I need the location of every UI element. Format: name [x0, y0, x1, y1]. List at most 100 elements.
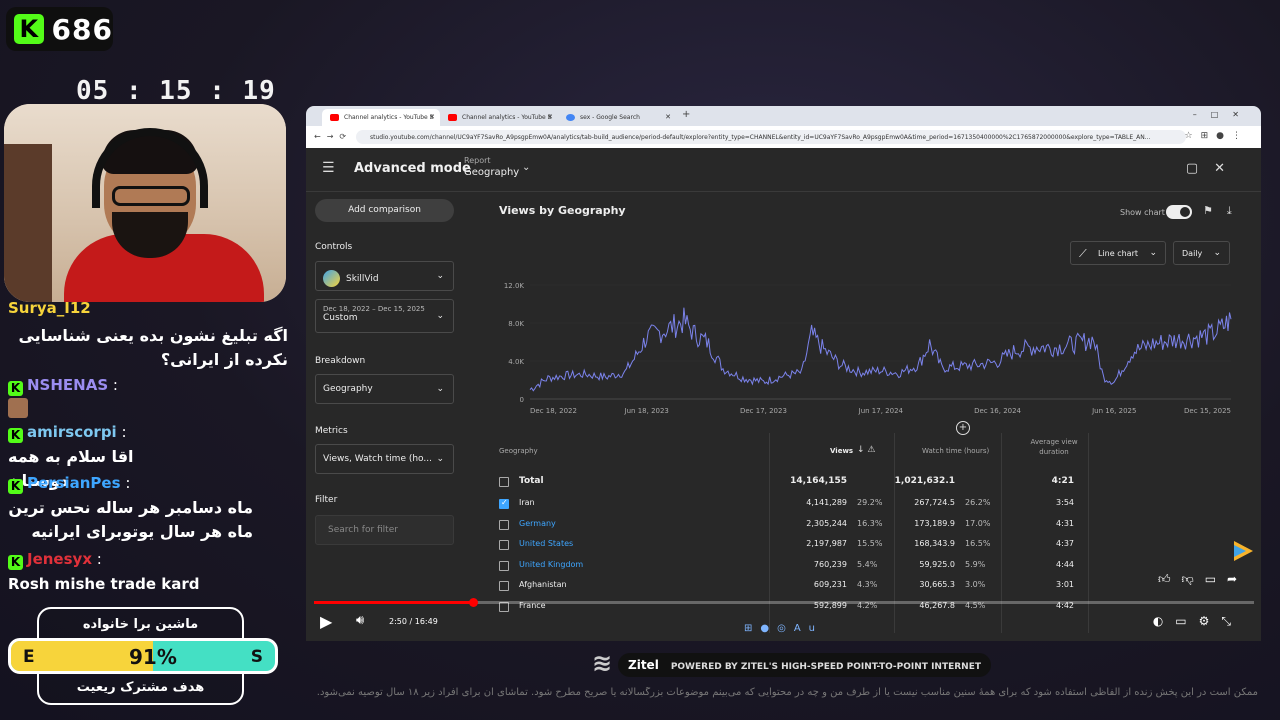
y-tick-label: 0 — [520, 396, 524, 404]
series-line[interactable] — [529, 307, 1232, 392]
video-time: 2:50 / 16:49 — [389, 617, 438, 626]
row-geography[interactable]: United Kingdom — [519, 560, 583, 569]
col-header-watch-time[interactable]: Watch time (hours) — [922, 447, 989, 455]
channel-name: SkillVid — [346, 274, 379, 284]
chevron-down-icon: ⌄ — [436, 384, 444, 394]
webcam-feed — [4, 104, 286, 302]
goal-progress-bar: E 91% S — [8, 638, 278, 674]
extension-icons[interactable]: ☆⊞●⋮ — [1185, 131, 1249, 141]
y-tick-label: 4.0K — [508, 358, 524, 366]
col-header-avd[interactable]: Average view duration — [1024, 437, 1084, 457]
row-watch-pct: 5.9% — [965, 559, 986, 569]
kick-badge-icon: K — [8, 555, 23, 570]
close-tab-icon[interactable]: ✕ — [429, 113, 435, 121]
breakdown-select[interactable]: Geography ⌄ — [315, 374, 454, 404]
date-range-value: Custom — [323, 313, 358, 323]
bookmark-download-icons[interactable]: ⚑⤓ — [1203, 204, 1246, 218]
row-views-pct: 4.3% — [857, 580, 878, 589]
report-select[interactable]: Geography — [464, 167, 519, 178]
row-watch-pct: 16.5% — [965, 539, 991, 548]
show-chart-label: Show chart — [1120, 208, 1165, 217]
google-favicon-icon — [566, 114, 575, 121]
sponsor-banner: ≋ Zitel POWERED BY ZITEL'S HIGH-SPEED POI… — [592, 649, 991, 679]
browser-tab[interactable]: sex - Google Search ✕ — [558, 109, 676, 126]
row-checkbox[interactable] — [499, 560, 509, 571]
row-views: 2,197,987 — [806, 539, 847, 548]
volume-icon[interactable]: 🔊︎ — [356, 613, 364, 628]
row-views: 760,239 — [813, 559, 847, 569]
chart-type-select[interactable]: ⟋ Line chart ⌄ — [1070, 241, 1166, 265]
metrics-select[interactable]: Views, Watch time (ho... ⌄ — [315, 444, 454, 474]
chat-message: Rosh mishe trade kard — [8, 575, 200, 593]
row-avd: 4:44 — [1056, 559, 1074, 569]
page-title: Advanced mode — [354, 161, 471, 176]
add-metric-icon[interactable]: + — [956, 421, 970, 435]
chat-username: PersianPes — [27, 474, 121, 492]
show-chart-toggle[interactable] — [1166, 205, 1192, 219]
chevron-down-icon: ⌄ — [1213, 248, 1221, 258]
browser-tab[interactable]: Channel analytics - YouTube S ✕ — [440, 109, 558, 126]
chevron-down-icon: ⌄ — [436, 454, 444, 464]
url-field[interactable]: studio.youtube.com/channel/UC9aYF7SavRo_… — [356, 130, 1186, 144]
add-comparison-button[interactable]: Add comparison — [315, 199, 454, 222]
table-row: Afghanistan 609,231 4.3% 30,665.3 3.0% 3:01 — [499, 577, 1235, 597]
col-header-geography[interactable]: Geography — [499, 447, 538, 455]
table-row-total: Total 14,164,155 1,021,632.1 4:21 — [499, 473, 1235, 493]
total-label: Total — [519, 476, 544, 486]
row-geography[interactable]: United States — [519, 539, 573, 548]
table-row: United Kingdom 760,239 5.4% 59,925.0 5.9% 4:4… — [499, 557, 1235, 577]
row-geography: Iran — [519, 498, 535, 507]
row-views: 4,141,289 — [806, 498, 847, 507]
chevron-down-icon: ⌄ — [1149, 248, 1157, 258]
row-geography[interactable]: Germany — [519, 519, 556, 528]
sponsor-brand: Zitel — [628, 658, 659, 672]
sponsor-tagline: POWERED BY ZITEL'S HIGH-SPEED POINT-TO-P… — [670, 662, 981, 672]
kick-badge-icon: K — [8, 428, 23, 443]
views-line-chart[interactable]: 0 4.0K 8.0K 12.0K Dec 18, 2022 Jun 18, 2023 De… — [486, 273, 1236, 423]
date-range-select[interactable]: Dec 18, 2022 – Dec 15, 2025 Custom ⌄ — [315, 299, 454, 333]
viewer-count-badge: K 686 — [6, 7, 113, 51]
menu-icon[interactable]: ☰ — [322, 160, 335, 176]
goal-subtitle: هدف مشترک ریعیت — [76, 680, 205, 695]
player-settings-icons[interactable]: ◐▭⚙⤡ — [1153, 614, 1243, 629]
close-tab-icon[interactable]: ✕ — [665, 113, 671, 121]
new-tab-icon[interactable]: + — [682, 109, 690, 120]
row-checkbox[interactable] — [499, 519, 509, 530]
progress-scrubber[interactable] — [468, 598, 478, 607]
goal-title: ماشین برا خانواده — [82, 617, 199, 632]
chat-user-line: K NSHENAS : — [8, 373, 288, 397]
total-avd: 4:21 — [1051, 476, 1074, 486]
sort-down-icon[interactable]: ↓ ⚠ — [857, 445, 875, 455]
row-checkbox[interactable] — [499, 498, 509, 509]
total-views: 14,164,155 — [790, 476, 847, 486]
window-controls[interactable]: –□✕ — [1193, 110, 1253, 119]
col-header-views[interactable]: Views — [830, 447, 853, 455]
total-checkbox[interactable] — [499, 477, 509, 487]
row-checkbox[interactable] — [499, 540, 509, 550]
filter-label: Filter — [315, 495, 338, 505]
reaction-icons[interactable]: 👍︎👎︎▭➦ — [1158, 572, 1248, 587]
row-avd: 4:31 — [1056, 518, 1074, 528]
metrics-value: Views, Watch time (ho... — [323, 454, 432, 464]
filter-input[interactable]: Search for filter — [315, 515, 454, 545]
header-icons[interactable]: ▢✕ — [1186, 161, 1241, 176]
chevron-down-icon[interactable]: ⌄ — [522, 162, 530, 173]
period-select[interactable]: Daily ⌄ — [1173, 241, 1230, 265]
channel-select[interactable]: SkillVid ⌄ — [315, 261, 454, 291]
chat-emote-row — [8, 398, 288, 420]
row-checkbox[interactable] — [499, 581, 509, 591]
nav-buttons[interactable]: ←→⟳ — [314, 132, 352, 141]
close-tab-icon[interactable]: ✕ — [547, 113, 553, 121]
row-avd: 3:01 — [1056, 580, 1074, 589]
table-row: United States 2,197,987 15.5% 168,343.9 16.5… — [499, 536, 1235, 556]
sponsor-pill: Zitel POWERED BY ZITEL'S HIGH-SPEED POINT… — [618, 653, 991, 677]
row-watch-pct: 3.0% — [965, 580, 986, 589]
studio-header: ☰ Advanced mode Report Geography ⌄ ▢✕ — [306, 148, 1261, 192]
kick-badge-icon: K — [8, 381, 23, 396]
address-bar-row: ←→⟳ studio.youtube.com/channel/UC9aYF7Sa… — [306, 126, 1261, 148]
x-tick-label: Dec 18, 2022 — [530, 407, 577, 415]
play-icon[interactable]: ▶ — [320, 612, 332, 631]
row-views: 609,231 — [813, 580, 847, 589]
browser-tab[interactable]: Channel analytics - YouTube S ✕ — [322, 109, 440, 126]
kick-badge-icon: K — [8, 479, 23, 494]
